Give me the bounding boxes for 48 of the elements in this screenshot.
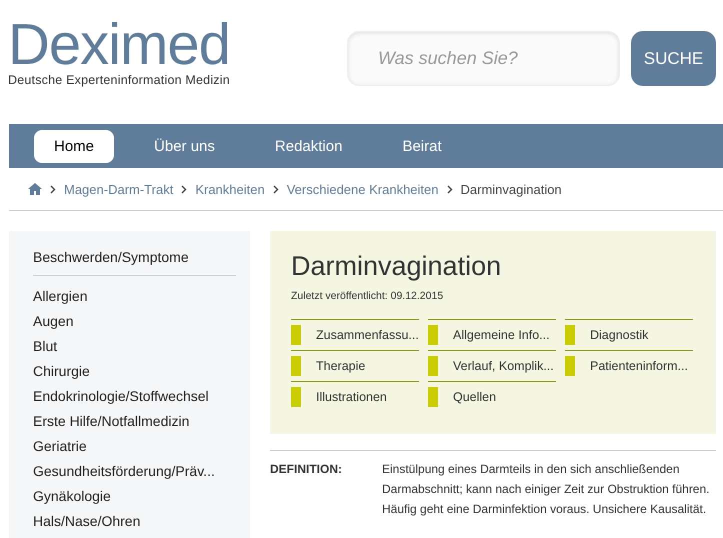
chevron-icon [181,184,188,194]
search-field[interactable]: Was suchen Sie? [347,31,620,86]
section-marker [428,387,438,407]
section-marker [291,387,301,407]
sidebar-item[interactable]: Hals/Nase/Ohren [33,509,236,534]
section-link[interactable]: Allgemeine Info... [453,328,550,342]
published-date: Zuletzt veröffentlicht: 09.12.2015 [291,290,444,302]
sidebar-item[interactable]: Allergien [33,284,236,309]
sidebar-item[interactable]: Endokrinologie/Stoffwechsel [33,384,236,409]
sidebar-item[interactable]: Chirurgie [33,359,236,384]
logo-tagline: Deutsche Experteninformation Medizin [8,73,231,87]
section-link[interactable]: Illustrationen [316,390,387,404]
search-button[interactable]: SUCHE [631,31,716,86]
article-title: Darminvagination [291,251,502,282]
chevron-icon [50,184,56,194]
nav-tab[interactable]: Redaktion [254,130,362,162]
section-link[interactable]: Therapie [316,359,366,373]
sidebar-item[interactable]: Gynäkologie [33,484,236,509]
nav-tab[interactable]: Home [34,130,114,162]
section-link[interactable]: Quellen [453,390,496,404]
nav-tab[interactable]: Beirat [382,130,462,162]
section-link[interactable]: Verlauf, Komplik... [453,359,554,373]
breadcrumb-link[interactable]: Magen-Darm-Trakt [64,182,174,196]
section-marker [565,325,575,345]
sidebar-item[interactable]: Blut [33,334,236,359]
section-link[interactable]: Diagnostik [590,328,648,342]
section-link[interactable]: Patienteninform... [590,359,688,373]
section-link[interactable]: Zusammenfassu... [316,328,419,342]
section-marker [428,356,438,376]
sidebar-heading[interactable]: Beschwerden/Symptome [33,249,236,276]
breadcrumb-link[interactable]: Krankheiten [195,182,265,196]
chevron-icon [272,184,279,194]
section-marker [291,325,301,345]
sidebar-item[interactable]: Augen [33,309,236,334]
nav-tab[interactable]: Über uns [134,130,235,162]
breadcrumb-link[interactable]: Darminvagination [460,182,562,196]
section-marker [428,325,438,345]
site-logo[interactable]: Deximed [8,20,338,70]
sidebar-item[interactable]: Erste Hilfe/Notfallmedizin [33,409,236,434]
section-marker [565,356,575,376]
chevron-icon [446,184,452,194]
breadcrumb-link[interactable]: Verschiedene Krankheiten [286,182,438,196]
definition-label: DEFINITION: [270,461,343,478]
section-marker [291,356,301,376]
sidebar-item[interactable]: Gesundheitsförderung/Präv... [33,459,236,484]
home-icon[interactable] [28,183,42,195]
definition-text: Einstülpung eines Darmteils in den sich anschließenden Darmabschnitt; kann nach einiger Zeit zur Obstruktion führen. Häufig geht eine Darminfektion voraus. Unsichere Kausalität. [382,461,710,518]
sidebar-item[interactable]: Geriatrie [33,434,236,459]
